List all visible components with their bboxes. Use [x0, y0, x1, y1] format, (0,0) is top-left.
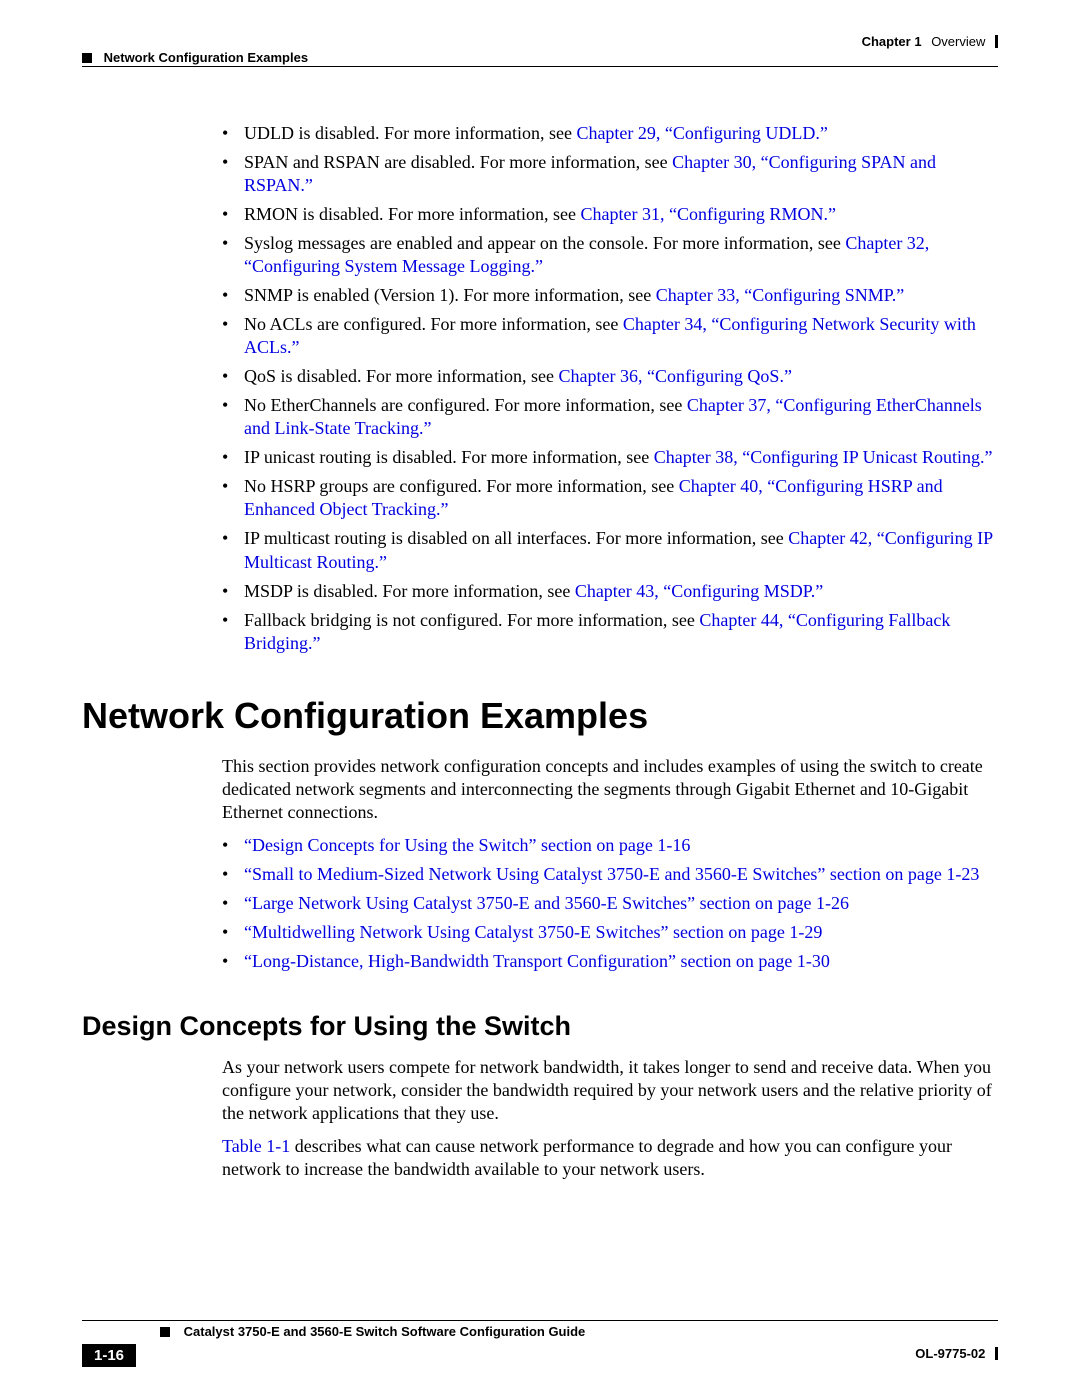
list-item: SPAN and RSPAN are disabled. For more in… — [222, 151, 998, 197]
xref-link[interactable]: Table 1-1 — [222, 1136, 290, 1156]
chapter-label: Chapter 1 — [862, 34, 922, 49]
xref-link[interactable]: “Small to Medium-Sized Network Using Cat… — [244, 864, 979, 884]
footer-doc-id: OL-9775-02 — [915, 1346, 998, 1361]
section-heading: Network Configuration Examples — [82, 695, 998, 737]
list-item: “Multidwelling Network Using Catalyst 37… — [222, 921, 998, 944]
list-item: Syslog messages are enabled and appear o… — [222, 232, 998, 278]
chapter-title: Overview — [931, 34, 985, 49]
header-left: Network Configuration Examples — [82, 50, 308, 65]
xref-link[interactable]: “Long-Distance, High-Bandwidth Transport… — [244, 951, 830, 971]
list-item: UDLD is disabled. For more information, … — [222, 122, 998, 145]
subsection-heading: Design Concepts for Using the Switch — [82, 1011, 998, 1042]
section-links-list: “Design Concepts for Using the Switch” s… — [222, 834, 998, 973]
xref-link[interactable]: Chapter 38, “Configuring IP Unicast Rout… — [654, 447, 993, 467]
intro-paragraph: This section provides network configurat… — [222, 755, 998, 824]
list-item: IP unicast routing is disabled. For more… — [222, 446, 998, 469]
list-item: No EtherChannels are configured. For mor… — [222, 394, 998, 440]
default-settings-list: UDLD is disabled. For more information, … — [222, 122, 998, 655]
list-item: “Small to Medium-Sized Network Using Cat… — [222, 863, 998, 886]
list-item: “Design Concepts for Using the Switch” s… — [222, 834, 998, 857]
list-item: “Long-Distance, High-Bandwidth Transport… — [222, 950, 998, 973]
xref-link[interactable]: Chapter 36, “Configuring QoS.” — [558, 366, 791, 386]
xref-link[interactable]: Chapter 31, “Configuring RMON.” — [580, 204, 835, 224]
list-item: SNMP is enabled (Version 1). For more in… — [222, 284, 998, 307]
xref-link[interactable]: “Multidwelling Network Using Catalyst 37… — [244, 922, 822, 942]
xref-link[interactable]: Chapter 43, “Configuring MSDP.” — [575, 581, 823, 601]
xref-link[interactable]: “Large Network Using Catalyst 3750-E and… — [244, 893, 849, 913]
body-paragraph: As your network users compete for networ… — [222, 1056, 998, 1125]
list-item: IP multicast routing is disabled on all … — [222, 527, 998, 573]
footer-guide-title: Catalyst 3750-E and 3560-E Switch Softwa… — [160, 1324, 585, 1339]
xref-link[interactable]: “Design Concepts for Using the Switch” s… — [244, 835, 690, 855]
list-item: Fallback bridging is not configured. For… — [222, 609, 998, 655]
header-section-title: Network Configuration Examples — [104, 50, 308, 65]
page-content: UDLD is disabled. For more information, … — [82, 32, 998, 1181]
document-page: Chapter 1 Overview Network Configuration… — [0, 0, 1080, 1397]
xref-link[interactable]: Chapter 29, “Configuring UDLD.” — [576, 123, 827, 143]
square-bullet-icon — [82, 53, 92, 63]
xref-link[interactable]: Chapter 33, “Configuring SNMP.” — [656, 285, 904, 305]
footer-bar-icon — [995, 1347, 998, 1360]
body-paragraph: Table 1-1 describes what can cause netwo… — [222, 1135, 998, 1181]
list-item: “Large Network Using Catalyst 3750-E and… — [222, 892, 998, 915]
header-bar-icon — [995, 35, 998, 48]
list-item: RMON is disabled. For more information, … — [222, 203, 998, 226]
footer-rule — [82, 1320, 998, 1321]
header-rule — [82, 66, 998, 67]
square-bullet-icon — [160, 1327, 170, 1337]
list-item: QoS is disabled. For more information, s… — [222, 365, 998, 388]
header-right: Chapter 1 Overview — [862, 34, 998, 49]
list-item: No ACLs are configured. For more informa… — [222, 313, 998, 359]
page-number: 1-16 — [82, 1344, 136, 1367]
list-item: No HSRP groups are configured. For more … — [222, 475, 998, 521]
list-item: MSDP is disabled. For more information, … — [222, 580, 998, 603]
